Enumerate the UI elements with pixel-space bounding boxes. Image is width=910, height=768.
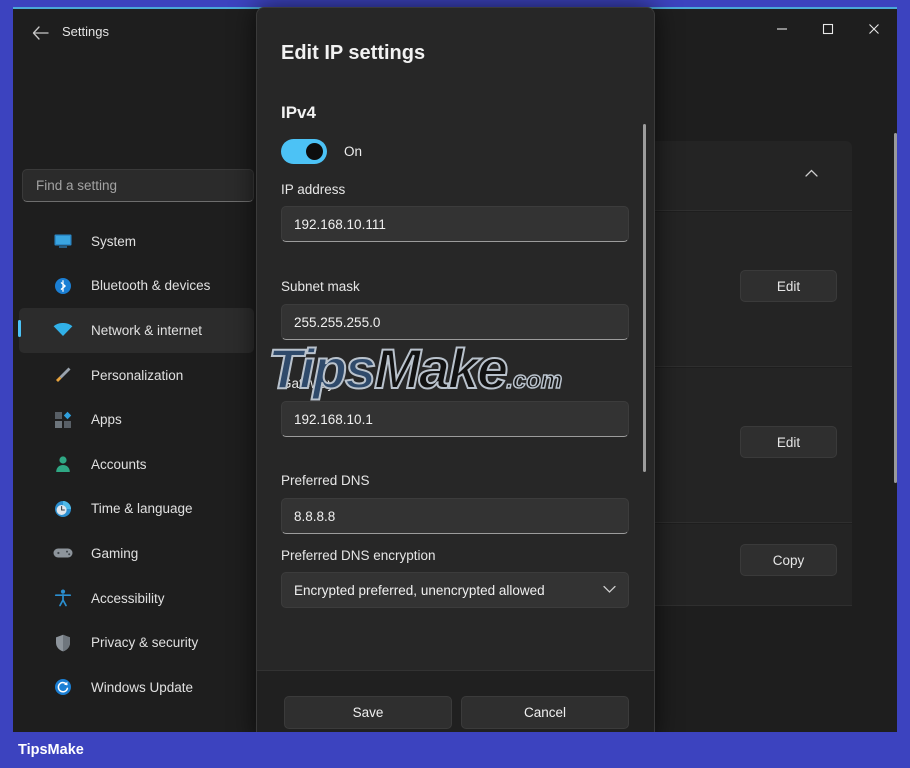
monitor-icon xyxy=(53,231,73,251)
screen: Settings Find a setting xyxy=(0,0,910,768)
back-arrow-icon[interactable] xyxy=(23,18,57,48)
sidebar-item-accessibility[interactable]: Accessibility xyxy=(19,576,254,621)
toggle-knob xyxy=(306,143,323,160)
dialog-footer: Save Cancel xyxy=(257,670,655,741)
apps-icon xyxy=(53,410,73,430)
search-input[interactable]: Find a setting xyxy=(22,169,254,202)
sidebar-item-label: Windows Update xyxy=(91,680,193,695)
edit-button-1[interactable]: Edit xyxy=(740,270,837,302)
shield-icon xyxy=(53,633,73,653)
cancel-button[interactable]: Cancel xyxy=(461,696,629,729)
sidebar-item-apps[interactable]: Apps xyxy=(19,397,254,442)
ip-address-field[interactable]: 192.168.10.111 xyxy=(281,206,629,242)
section-title-ipv4: IPv4 xyxy=(281,103,316,123)
sidebar-item-label: Network & internet xyxy=(91,323,202,338)
sidebar-item-personalization[interactable]: Personalization xyxy=(19,353,254,398)
minimize-button[interactable] xyxy=(759,9,805,49)
app-title: Settings xyxy=(62,24,109,39)
ipv4-toggle-label: On xyxy=(344,144,362,159)
sidebar-item-system[interactable]: System xyxy=(19,219,254,264)
dialog-scrollbar[interactable] xyxy=(643,124,646,472)
brand-bar-label: TipsMake xyxy=(18,742,84,758)
sidebar-item-accounts[interactable]: Accounts xyxy=(19,442,254,487)
bluetooth-icon xyxy=(53,276,73,296)
ipv4-toggle[interactable] xyxy=(281,139,327,164)
sidebar-item-label: Personalization xyxy=(91,368,183,383)
accessibility-icon xyxy=(53,588,73,608)
preferred-dns-field[interactable]: 8.8.8.8 xyxy=(281,498,629,534)
subnet-mask-label: Subnet mask xyxy=(281,279,360,294)
sidebar-nav: System Bluetooth & devices Network & int… xyxy=(13,219,260,710)
chevron-down-icon xyxy=(603,584,616,596)
sidebar-item-gaming[interactable]: Gaming xyxy=(19,531,254,576)
wifi-icon xyxy=(53,320,73,340)
sidebar-item-time-language[interactable]: Time & language xyxy=(19,487,254,532)
gamepad-icon xyxy=(53,543,73,563)
save-button[interactable]: Save xyxy=(284,696,452,729)
sidebar-item-label: Accessibility xyxy=(91,591,165,606)
dialog-title: Edit IP settings xyxy=(281,42,425,65)
maximize-button[interactable] xyxy=(805,9,851,49)
preferred-dns-label: Preferred DNS xyxy=(281,473,370,488)
content-scrollbar[interactable] xyxy=(894,133,897,483)
copy-button[interactable]: Copy xyxy=(740,544,837,576)
sidebar-item-network-internet[interactable]: Network & internet xyxy=(19,308,254,353)
dns-encryption-value: Encrypted preferred, unencrypted allowed xyxy=(294,583,545,598)
sidebar-item-label: Gaming xyxy=(91,546,138,561)
clock-icon xyxy=(53,499,73,519)
update-icon xyxy=(53,677,73,697)
window-controls xyxy=(759,9,897,49)
sidebar-item-label: Accounts xyxy=(91,457,147,472)
dns-encryption-label: Preferred DNS encryption xyxy=(281,548,436,563)
sidebar-item-bluetooth-devices[interactable]: Bluetooth & devices xyxy=(19,264,254,309)
edit-ip-settings-dialog: Edit IP settings IPv4 On IP address 192.… xyxy=(256,7,655,742)
sidebar-item-windows-update[interactable]: Windows Update xyxy=(19,665,254,710)
gateway-label: Gateway xyxy=(281,376,334,391)
sidebar-item-label: System xyxy=(91,234,136,249)
ip-address-label: IP address xyxy=(281,182,345,197)
dns-encryption-select[interactable]: Encrypted preferred, unencrypted allowed xyxy=(281,572,629,608)
sidebar-item-label: Time & language xyxy=(91,501,193,516)
sidebar-item-label: Privacy & security xyxy=(91,635,198,650)
sidebar-item-privacy-security[interactable]: Privacy & security xyxy=(19,620,254,665)
brand-bar: TipsMake xyxy=(0,732,910,768)
dialog-body: Edit IP settings IPv4 On IP address 192.… xyxy=(257,8,655,672)
person-icon xyxy=(53,454,73,474)
subnet-mask-field[interactable]: 255.255.255.0 xyxy=(281,304,629,340)
edit-button-2[interactable]: Edit xyxy=(740,426,837,458)
sidebar-item-label: Apps xyxy=(91,412,122,427)
paintbrush-icon xyxy=(53,365,73,385)
close-button[interactable] xyxy=(851,9,897,49)
ipv4-toggle-row: On xyxy=(281,139,362,164)
sidebar: Find a setting System Bluetooth & device… xyxy=(13,55,260,733)
sidebar-item-label: Bluetooth & devices xyxy=(91,278,210,293)
chevron-up-icon[interactable] xyxy=(805,168,818,180)
gateway-field[interactable]: 192.168.10.1 xyxy=(281,401,629,437)
search-placeholder: Find a setting xyxy=(36,178,117,193)
